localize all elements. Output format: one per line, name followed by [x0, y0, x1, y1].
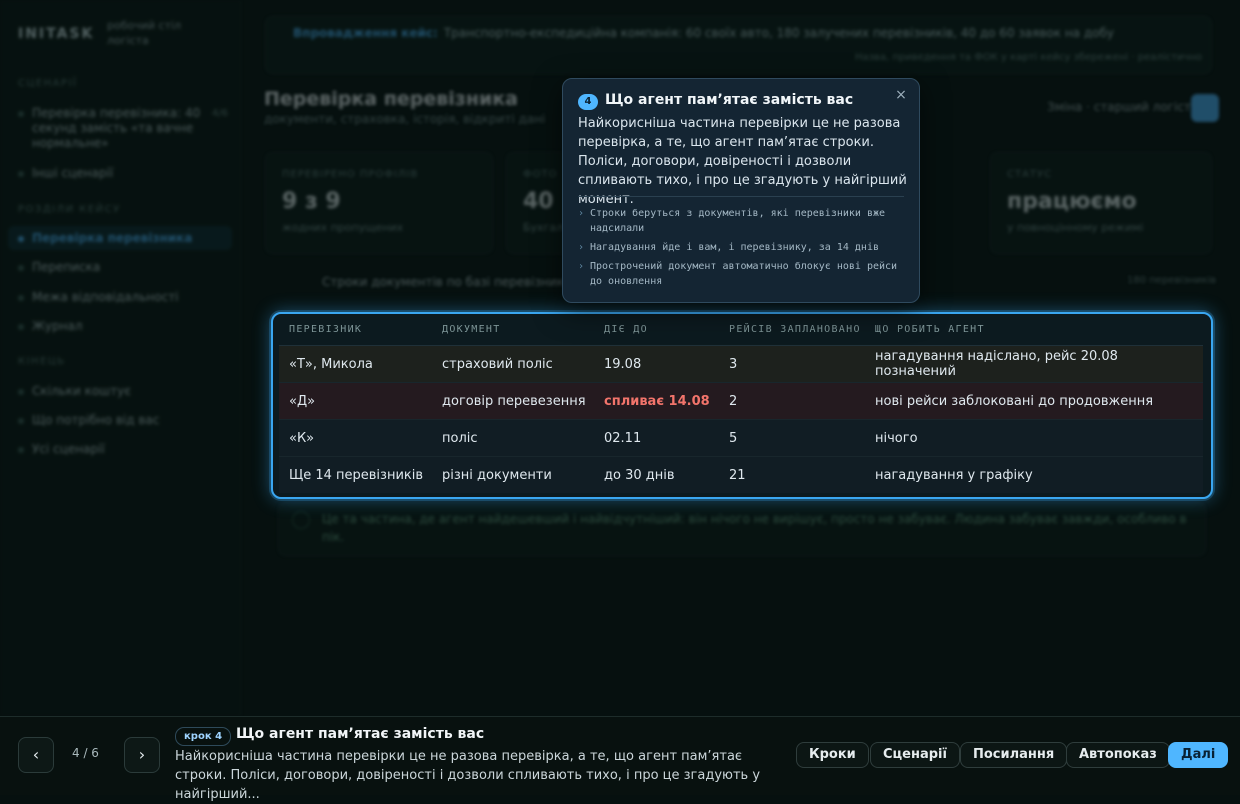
- dot-icon: [18, 265, 24, 271]
- tour-popover: 4 Що агент пам’ятає замість вас × Найкор…: [562, 78, 920, 303]
- sidebar-item-responsibility[interactable]: Межа відповідальності: [18, 290, 228, 305]
- column-header-carrier: ПЕРЕВІЗНИК: [279, 314, 432, 346]
- column-header-document: ДОКУМЕНТ: [432, 314, 594, 346]
- case-banner: [265, 16, 1212, 74]
- sidebar-item-current-scenario[interactable]: Перевірка перевізника: 40 секунд замість…: [18, 106, 228, 151]
- sidebar-item-correspondence[interactable]: Переписка: [18, 260, 228, 275]
- dot-icon: [18, 111, 24, 117]
- autoplay-button[interactable]: Автопоказ: [1066, 742, 1170, 768]
- case-banner-text: Впровадження кейс: Транспортно-експедицій…: [293, 26, 1114, 40]
- sidebar-section-scenarios: СЦЕНАРІЇ: [18, 78, 78, 89]
- table-header-row: ПЕРЕВІЗНИК ДОКУМЕНТ ДІЄ ДО РЕЙСІВ ЗАПЛАН…: [279, 314, 1203, 346]
- section-title: Строки документів по базі перевізників: [322, 275, 575, 289]
- links-button[interactable]: Посилання: [960, 742, 1068, 768]
- documents-table: ПЕРЕВІЗНИК ДОКУМЕНТ ДІЄ ДО РЕЙСІВ ЗАПЛАН…: [279, 314, 1203, 493]
- sidebar: INITASK робочий стіл логіста СЦЕНАРІЇ Пе…: [0, 0, 241, 716]
- dot-icon: [18, 171, 24, 177]
- sidebar-section-case: РОЗДІЛИ КЕЙСУ: [18, 204, 121, 215]
- case-banner-note: Назва, приведення та ФОК у карті кейсу з…: [854, 52, 1202, 63]
- sidebar-item-other-scenarios[interactable]: Інші сценарії: [18, 166, 228, 181]
- column-header-trips: РЕЙСІВ ЗАПЛАНОВАНО: [719, 314, 865, 346]
- popover-title: Що агент пам’ятає замість вас: [605, 92, 854, 108]
- page-subtitle: документи, страховка, історія, відкриті …: [264, 112, 546, 126]
- dot-icon: [18, 324, 24, 330]
- expiry-warning: спливає 14.08: [594, 382, 719, 420]
- avatar[interactable]: [1191, 94, 1219, 122]
- next-step-arrow-button[interactable]: ›: [124, 737, 160, 773]
- sidebar-item-carrier-check[interactable]: Перевірка перевізника: [18, 231, 228, 246]
- prev-step-button[interactable]: ‹: [18, 737, 54, 773]
- steps-button[interactable]: Кроки: [796, 742, 869, 768]
- dot-icon: [18, 418, 24, 424]
- table-row[interactable]: «Т», Микола страховий поліс 19.08 3 нага…: [279, 345, 1203, 383]
- popover-body: Найкорисніша частина перевірки це не раз…: [578, 116, 907, 207]
- dot-icon: [18, 236, 24, 242]
- info-note-text: Це та частина, де агент найдешевший і на…: [322, 512, 1187, 544]
- brand-logo: INITASK: [18, 26, 95, 42]
- section-count: 180 перевізників: [1127, 275, 1217, 286]
- shift-label: Зміна · старший логіст: [1047, 100, 1191, 114]
- stat-card-status: СТАТУС працюємо у повноцінному режимі: [990, 152, 1212, 254]
- scenarios-button[interactable]: Сценарії: [870, 742, 960, 768]
- step-title: Що агент пам’ятає замість вас: [236, 726, 485, 742]
- table-row[interactable]: Ще 14 перевізників різні документи до 30…: [279, 456, 1203, 493]
- step-badge: крок 4: [175, 727, 232, 746]
- dot-icon: [18, 295, 24, 301]
- sidebar-item-requirements[interactable]: Що потрібно від вас: [18, 413, 228, 428]
- sidebar-item-cost[interactable]: Скільки коштує: [18, 384, 228, 399]
- step-number-badge: 4: [578, 94, 598, 110]
- column-header-agent-action: ЩО РОБИТЬ АГЕНТ: [865, 314, 1203, 346]
- table-row[interactable]: «Д» договір перевезення спливає 14.08 2 …: [279, 382, 1203, 420]
- close-icon[interactable]: ×: [891, 85, 911, 105]
- step-description: Найкорисніша частина перевірки це не раз…: [175, 749, 761, 802]
- info-icon: [292, 511, 310, 529]
- next-button[interactable]: Далі: [1168, 742, 1229, 768]
- sidebar-item-all-scenarios[interactable]: Усі сценарії: [18, 442, 228, 457]
- sidebar-section-end: КІНЕЦЬ: [18, 356, 66, 367]
- dot-icon: [18, 389, 24, 395]
- stat-card-checked: ПЕРЕВІРЕНО ПРОФІЛІВ 9 з 9 жодних пропуще…: [265, 152, 493, 254]
- sidebar-item-journal[interactable]: Журнал: [18, 319, 228, 334]
- list-item: Нагадування йде і вам, і перевізнику, за…: [578, 240, 908, 255]
- step-counter: 4 / 6: [72, 746, 99, 760]
- table-row[interactable]: «К» поліс 02.11 5 нічого: [279, 419, 1203, 457]
- list-item: Прострочений документ автоматично блокує…: [578, 259, 908, 289]
- popover-divider: [578, 196, 904, 197]
- dot-icon: [18, 447, 24, 453]
- page-title: Перевірка перевізника: [264, 88, 518, 110]
- popover-bullets: Строки беруться з документів, які переві…: [578, 206, 908, 293]
- list-item: Строки беруться з документів, які переві…: [578, 206, 908, 236]
- column-header-valid-until: ДІЄ ДО: [594, 314, 719, 346]
- brand-subtitle: робочий стіл логіста: [107, 19, 182, 47]
